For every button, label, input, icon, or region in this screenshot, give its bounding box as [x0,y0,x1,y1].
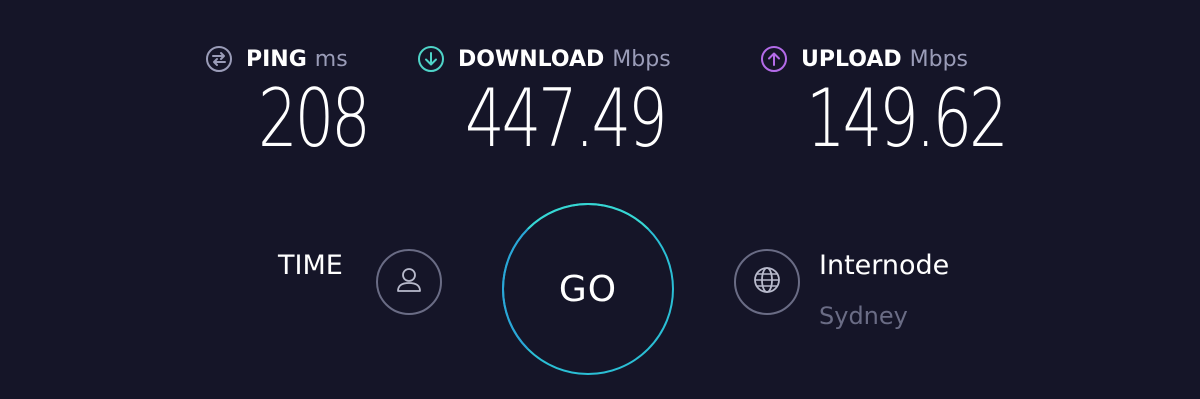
isp-location: Sydney [819,302,908,330]
time-label: TIME [278,250,343,281]
upload-arrow-icon [760,45,788,73]
go-button[interactable]: GO [502,203,674,375]
download-value: 447.49 [465,72,668,165]
ping-unit: ms [314,46,348,72]
ping-icon [205,45,233,73]
change-server-button[interactable] [734,249,800,315]
ping-label: PING [246,46,307,72]
download-label: DOWNLOAD [458,46,605,72]
download-unit: Mbps [612,46,671,72]
download-header: DOWNLOAD Mbps [417,42,671,76]
ping-value: 208 [258,72,371,165]
isp-name[interactable]: Internode [819,250,949,281]
download-arrow-icon [417,45,445,73]
change-account-button[interactable] [376,249,442,315]
speedtest-panel: PING ms 208 DOWNLOAD Mbps 447.49 UPLOAD … [0,0,1200,399]
go-label: GO [558,268,618,310]
globe-icon [750,263,784,301]
ping-header: PING ms [205,42,348,76]
upload-unit: Mbps [909,46,968,72]
upload-label: UPLOAD [801,46,902,72]
upload-value: 149.62 [806,72,1009,165]
user-icon [392,263,426,301]
upload-header: UPLOAD Mbps [760,42,968,76]
